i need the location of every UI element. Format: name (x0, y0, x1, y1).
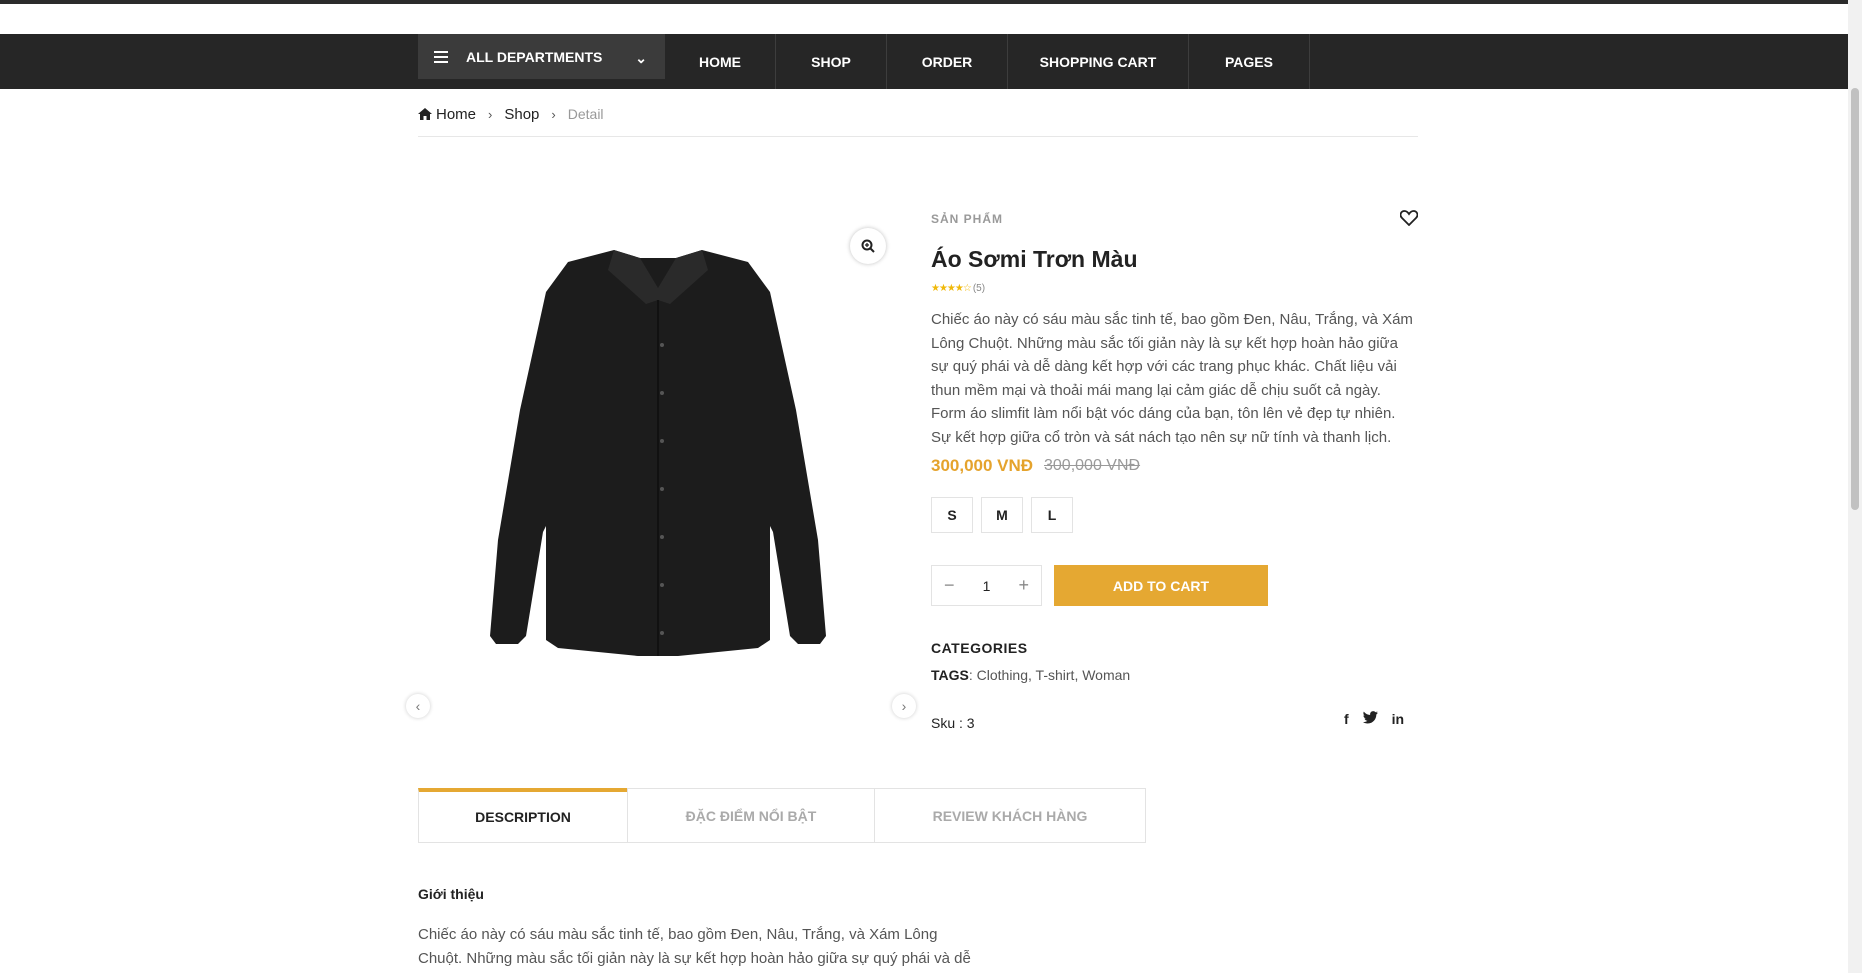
price: 300,000 VNĐ (931, 456, 1034, 475)
facebook-icon[interactable]: f (1344, 711, 1349, 727)
wishlist-button[interactable] (1399, 210, 1419, 231)
tag-link[interactable]: T-shirt (1036, 667, 1075, 683)
categories-label: CATEGORIES (931, 640, 1028, 656)
menu-icon (434, 48, 448, 66)
breadcrumb-current: Detail (567, 106, 604, 122)
heart-icon (1399, 210, 1419, 227)
social-share: f in (1344, 711, 1404, 727)
arrow-right-icon[interactable]: › (892, 694, 916, 718)
divider (418, 136, 1418, 137)
nav-shopping-cart[interactable]: SHOPPING CART (1008, 34, 1189, 89)
size-option-m[interactable]: M (981, 497, 1023, 533)
chevron-right-icon: › (551, 106, 556, 122)
product-tabs: DESCRIPTION ĐẶC ĐIỂM NỔI BẬT REVIEW KHÁC… (418, 788, 1146, 843)
tags-label: TAGS (931, 667, 969, 683)
tab-reviews[interactable]: REVIEW KHÁCH HÀNG (874, 788, 1146, 843)
breadcrumb: Home › Shop › Detail (418, 104, 604, 124)
increase-button[interactable]: + (1018, 575, 1029, 596)
size-option-l[interactable]: L (1031, 497, 1073, 533)
quantity-value[interactable]: 1 (983, 578, 991, 594)
nav-home[interactable]: HOME (665, 34, 776, 89)
twitter-bird-icon (1362, 711, 1378, 724)
zoom-button[interactable] (850, 228, 886, 264)
home-icon (418, 108, 432, 120)
quantity-stepper: − 1 + (931, 565, 1042, 606)
stars-glyphs: ★★★★☆ (931, 283, 972, 294)
top-strip (0, 0, 1848, 4)
tag-link[interactable]: Clothing (977, 667, 1028, 683)
intro-paragraph: Chiếc áo này có sáu màu sắc tinh tế, bao… (418, 926, 971, 967)
nav-pages[interactable]: PAGES (1189, 34, 1310, 89)
tag-link[interactable]: Woman (1082, 667, 1130, 683)
product-image[interactable] (418, 200, 898, 740)
nav-order[interactable]: ORDER (887, 34, 1008, 89)
twitter-icon[interactable] (1362, 711, 1378, 727)
breadcrumb-shop[interactable]: Shop (504, 106, 539, 123)
product-category-label: SẢN PHẨM (931, 212, 1004, 226)
tab-highlights[interactable]: ĐẶC ĐIỂM NỔI BẬT (627, 788, 875, 843)
shirt-image (490, 250, 826, 656)
size-option-s[interactable]: S (931, 497, 973, 533)
tab-description[interactable]: DESCRIPTION (418, 788, 628, 843)
all-departments-dropdown[interactable]: ALL DEPARTMENTS ⌄ (418, 34, 665, 79)
add-to-cart-button[interactable]: ADD TO CART (1054, 565, 1268, 606)
old-price: 300,000 VNĐ (1044, 457, 1141, 474)
decrease-button[interactable]: − (944, 575, 955, 596)
nav-shop[interactable]: SHOP (776, 34, 887, 89)
arrow-left-icon[interactable]: ‹ (406, 694, 430, 718)
product-title: Áo Sơmi Trơn Màu (931, 246, 1138, 272)
product-description: Chiếc áo này có sáu màu sắc tinh tế, bao… (931, 311, 1413, 446)
linkedin-icon[interactable]: in (1392, 711, 1404, 727)
rating-count: (5) (972, 283, 986, 294)
chevron-right-icon: › (488, 106, 493, 122)
departments-label: ALL DEPARTMENTS (466, 48, 603, 65)
size-options: S M L (931, 497, 1073, 533)
chevron-down-icon: ⌄ (635, 50, 647, 66)
scrollbar[interactable] (1848, 0, 1862, 973)
intro-heading: Giới thiệu (418, 886, 484, 902)
sku-text: Sku : 3 (931, 715, 975, 731)
breadcrumb-home[interactable]: Home (436, 106, 476, 123)
product-info: SẢN PHẨM (931, 212, 1418, 226)
scrollbar-thumb[interactable] (1851, 88, 1859, 510)
nav-links: HOME SHOP ORDER SHOPPING CART PAGES (665, 34, 1310, 89)
tags-row: TAGS: Clothing, T-shirt, Woman (931, 667, 1131, 683)
rating-stars: ★★★★☆ (5) (931, 283, 985, 294)
zoom-icon (861, 239, 875, 253)
